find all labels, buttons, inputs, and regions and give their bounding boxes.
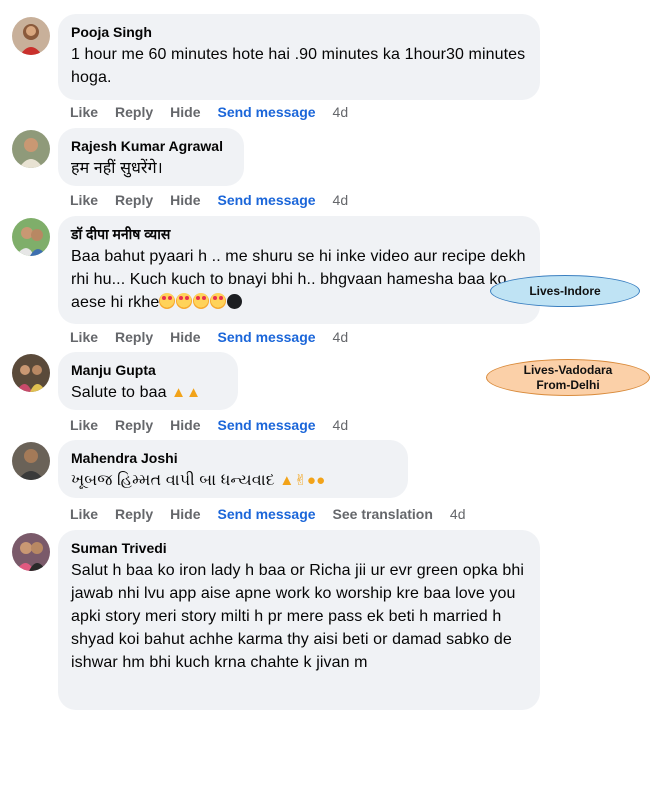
comment-author[interactable]: Mahendra Joshi (71, 449, 395, 467)
send-message-button[interactable]: Send message (217, 506, 315, 522)
comment-author[interactable]: Suman Trivedi (71, 539, 527, 557)
annotation-text: Lives-Vadodara From-Delhi (524, 363, 613, 393)
folded-hands-emoji-icon: ▲▲ (171, 384, 202, 401)
like-button[interactable]: Like (70, 192, 98, 208)
comment-bubble: Pooja Singh 1 hour me 60 minutes hote ha… (58, 14, 540, 100)
comment-author[interactable]: Rajesh Kumar Agrawal (71, 137, 231, 155)
annotation-lives-indore: Lives-Indore (490, 275, 640, 307)
hide-button[interactable]: Hide (170, 104, 200, 120)
like-button[interactable]: Like (70, 506, 98, 522)
avatar[interactable] (12, 354, 50, 392)
annotation-text: Lives-Indore (529, 283, 601, 298)
send-message-button[interactable]: Send message (217, 192, 315, 208)
like-button[interactable]: Like (70, 417, 98, 433)
comment-author[interactable]: डॉ दीपा मनीष व्यास (71, 225, 527, 243)
like-button[interactable]: Like (70, 104, 98, 120)
send-message-button[interactable]: Send message (217, 104, 315, 120)
smiling-hearts-emoji-icon (210, 293, 227, 309)
comment-text: हम नहीं सुधरेंगे। (71, 160, 163, 177)
comment-text: ખૂબજ હિમ્મત વાપી બા ધન્યવાદ ▲✌●● (71, 469, 395, 492)
hide-button[interactable]: Hide (170, 192, 200, 208)
reply-button[interactable]: Reply (115, 506, 153, 522)
comment-bubble: Suman Trivedi Salut h baa ko iron lady h… (58, 530, 540, 710)
annotation-lives-vadodara: Lives-Vadodara From-Delhi (486, 359, 650, 396)
hide-button[interactable]: Hide (170, 329, 200, 345)
timestamp[interactable]: 4d (450, 506, 466, 522)
smiling-hearts-emoji-icon (176, 293, 193, 309)
hide-button[interactable]: Hide (170, 506, 200, 522)
timestamp[interactable]: 4d (333, 417, 349, 433)
reply-button[interactable]: Reply (115, 192, 153, 208)
reply-button[interactable]: Reply (115, 329, 153, 345)
comment-author[interactable]: Manju Gupta (71, 361, 225, 379)
comment-bubble: Manju Gupta Salute to baa ▲▲ (58, 352, 238, 410)
comment-author[interactable]: Pooja Singh (71, 23, 527, 41)
comment-text: 1 hour me 60 minutes hote hai .90 minute… (71, 46, 526, 86)
avatar[interactable] (12, 17, 50, 55)
reply-button[interactable]: Reply (115, 417, 153, 433)
comment-actions: Like Reply Hide Send message See translation… (70, 506, 483, 522)
timestamp[interactable]: 4d (333, 329, 349, 345)
comment-text-body: Baa bahut pyaari h .. me shuru se hi ink… (71, 248, 526, 311)
comment-text-body: ખૂબજ હિમ્મત વાપી બા ધન્યવાદ (71, 472, 275, 489)
reply-button[interactable]: Reply (115, 104, 153, 120)
comment-text: Baa bahut pyaari h .. me shuru se hi ink… (71, 245, 527, 314)
smiling-hearts-emoji-icon (193, 293, 210, 309)
comment-text: Salut h baa ko iron lady h baa or Richa … (71, 562, 524, 671)
timestamp[interactable]: 4d (333, 192, 349, 208)
avatar[interactable] (12, 130, 50, 168)
emoji-icons: ▲✌●● (279, 472, 326, 489)
hide-button[interactable]: Hide (170, 417, 200, 433)
comment-bubble: डॉ दीपा मनीष व्यास Baa bahut pyaari h ..… (58, 216, 540, 324)
comment-actions: Like Reply Hide Send message 4d (70, 104, 365, 120)
send-message-button[interactable]: Send message (217, 417, 315, 433)
annotation-line: Lives-Vadodara (523, 362, 613, 377)
comment-actions: Like Reply Hide Send message 4d (70, 192, 365, 208)
send-message-button[interactable]: Send message (217, 329, 315, 345)
avatar[interactable] (12, 218, 50, 256)
comment-bubble: Rajesh Kumar Agrawal हम नहीं सुधरेंगे। (58, 128, 244, 186)
like-button[interactable]: Like (70, 329, 98, 345)
comment-text-body: Salute to baa (71, 384, 167, 401)
annotation-line: From-Delhi (536, 377, 600, 392)
timestamp[interactable]: 4d (333, 104, 349, 120)
avatar[interactable] (12, 533, 50, 571)
avatar[interactable] (12, 442, 50, 480)
comment-text: Salute to baa ▲▲ (71, 381, 225, 404)
comment-actions: Like Reply Hide Send message 4d (70, 329, 365, 345)
comment-bubble: Mahendra Joshi ખૂબજ હિમ્મત વાપી બા ધન્યવ… (58, 440, 408, 498)
comment-actions: Like Reply Hide Send message 4d (70, 417, 365, 433)
see-translation-link[interactable]: See translation (333, 506, 433, 522)
smiling-hearts-emoji-icon (159, 293, 176, 309)
black-circle-emoji-icon (227, 294, 243, 309)
